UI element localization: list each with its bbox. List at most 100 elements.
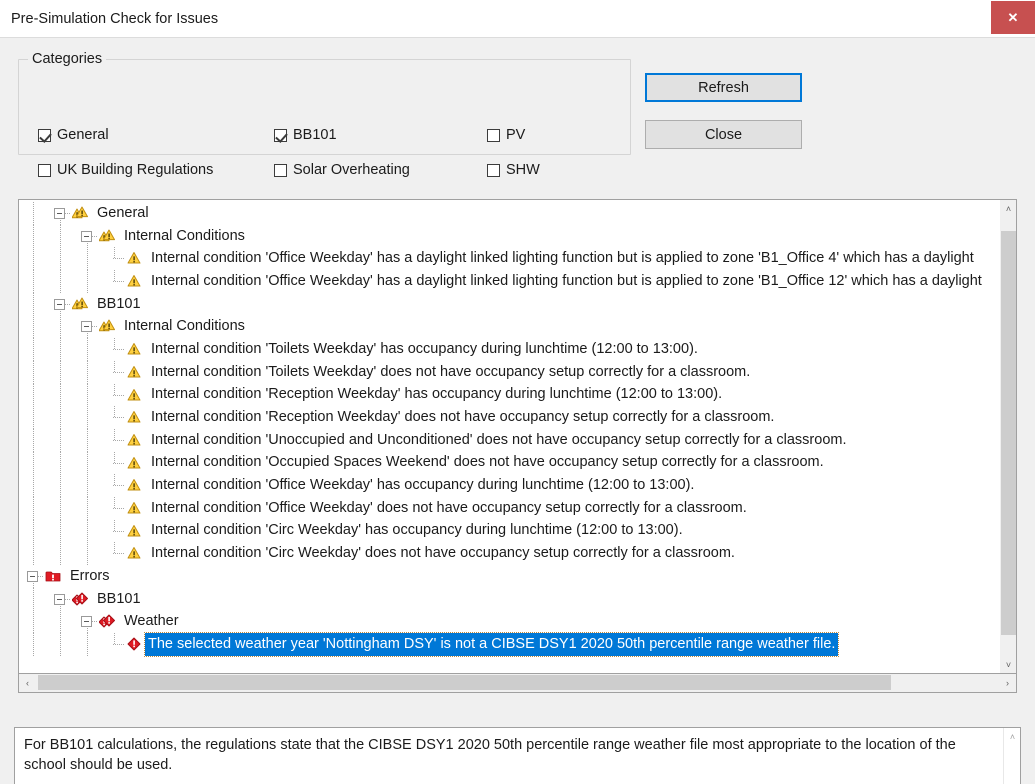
checkbox-bb101[interactable]: BB101	[274, 127, 337, 143]
checkbox-uk-building-regulations-label: UK Building Regulations	[57, 162, 214, 178]
tree-node-label: General	[97, 204, 149, 221]
tree-node-label: Internal condition 'Circ Weekday' has oc…	[151, 522, 683, 539]
checkbox-uk-building-regulations-box[interactable]	[38, 163, 51, 177]
tree-horizontal-scroll-thumb[interactable]	[38, 675, 891, 690]
tree-node[interactable]: Internal condition 'Toilets Weekday' has…	[19, 338, 999, 361]
checkbox-shw[interactable]: SHW	[487, 162, 540, 178]
tree-node-label: BB101	[97, 295, 141, 312]
warning-icon	[126, 545, 142, 561]
tree-node[interactable]: Errors	[19, 565, 999, 588]
issues-tree-panel[interactable]: General Internal Conditions Internal condi…	[18, 199, 1017, 674]
tree-node[interactable]: Internal condition 'Office Weekday' has …	[19, 247, 999, 271]
checkbox-bb101-box[interactable]	[274, 128, 287, 142]
checkbox-shw-label: SHW	[506, 162, 540, 178]
warning-icon	[126, 273, 142, 289]
checkbox-bb101-label: BB101	[293, 127, 337, 143]
warning-icon	[126, 500, 142, 516]
tree-node-label: The selected weather year 'Nottingham DS…	[143, 631, 840, 657]
checkbox-general-label: General	[57, 127, 109, 143]
checkbox-solar-overheating-box[interactable]	[274, 163, 287, 177]
checkbox-pv-label: PV	[506, 127, 526, 143]
tree-node-label: Internal condition 'Reception Weekday' h…	[151, 386, 723, 403]
tree-node-label: Internal condition 'Occupied Spaces Week…	[151, 454, 824, 471]
tree-node-label: Internal condition 'Office Weekday' has …	[151, 272, 982, 289]
tree-node[interactable]: Internal condition 'Circ Weekday' does n…	[19, 542, 999, 565]
checkbox-general-box[interactable]	[38, 128, 51, 142]
tree-horizontal-scrollbar-wrap: ‹ ›	[18, 674, 1017, 693]
warning-icon	[126, 523, 142, 539]
tree-node[interactable]: Internal condition 'Circ Weekday' has oc…	[19, 519, 999, 543]
tree-node-label: Internal condition 'Circ Weekday' does n…	[151, 545, 735, 562]
tree-node-label: Internal condition 'Office Weekday' does…	[151, 499, 747, 516]
warning-double-icon	[99, 228, 115, 244]
tree-node-label: Internal condition 'Toilets Weekday' doe…	[151, 363, 751, 380]
scroll-down-icon[interactable]: ˅	[1000, 656, 1016, 673]
dialog-client-area: Categories General BB101 PV UK Building …	[0, 38, 1035, 784]
refresh-button[interactable]: Refresh	[645, 73, 802, 102]
tree-node[interactable]: Internal condition 'Reception Weekday' d…	[19, 406, 999, 429]
tree-node[interactable]: General	[19, 202, 999, 225]
checkbox-uk-building-regulations[interactable]: UK Building Regulations	[38, 162, 213, 178]
checkbox-solar-overheating-label: Solar Overheating	[293, 162, 410, 178]
error-folder-icon	[45, 568, 61, 584]
close-window-button[interactable]: ✕	[991, 1, 1035, 34]
tree-node[interactable]: BB101	[19, 292, 999, 316]
tree-node-label: Internal condition 'Reception Weekday' d…	[151, 409, 775, 426]
checkbox-solar-overheating[interactable]: Solar Overheating	[274, 162, 410, 178]
checkbox-general[interactable]: General	[38, 127, 109, 143]
close-button[interactable]: Close	[645, 120, 802, 149]
error-double-icon	[99, 613, 115, 629]
tree-node-label: Internal condition 'Office Weekday' has …	[151, 250, 974, 267]
warning-icon	[126, 477, 142, 493]
close-icon: ✕	[1007, 10, 1019, 25]
tree-vertical-scroll-thumb[interactable]	[1001, 231, 1016, 635]
tree-node[interactable]: Internal condition 'Unoccupied and Uncon…	[19, 428, 999, 452]
tree-node-label: Internal condition 'Unoccupied and Uncon…	[151, 431, 847, 448]
checkbox-shw-box[interactable]	[487, 163, 500, 177]
warning-double-icon	[72, 205, 88, 221]
tree-node[interactable]: Internal condition 'Occupied Spaces Week…	[19, 451, 999, 475]
warning-icon	[126, 455, 142, 471]
tree-node[interactable]: Internal condition 'Office Weekday' does…	[19, 496, 999, 520]
description-text: For BB101 calculations, the regulations …	[24, 737, 956, 773]
checkbox-pv-box[interactable]	[487, 128, 500, 142]
description-scroll-up-icon[interactable]: ˄	[1004, 728, 1020, 745]
tree-node-label: Weather	[124, 613, 179, 630]
tree-node[interactable]: The selected weather year 'Nottingham DS…	[19, 631, 999, 657]
description-panel[interactable]: For BB101 calculations, the regulations …	[14, 727, 1021, 784]
tree-node[interactable]: Internal condition 'Office Weekday' has …	[19, 270, 999, 293]
checkbox-pv[interactable]: PV	[487, 127, 525, 143]
scroll-up-icon[interactable]: ˄	[1000, 200, 1016, 217]
categories-legend: Categories	[28, 51, 107, 67]
warning-icon	[126, 432, 142, 448]
error-icon	[126, 636, 142, 652]
refresh-button-label: Refresh	[698, 79, 749, 96]
warning-icon	[126, 409, 142, 425]
tree-node[interactable]: Internal Conditions	[19, 315, 999, 339]
description-vertical-scrollbar[interactable]: ˄ ˅	[1003, 728, 1020, 784]
issues-tree-viewport: General Internal Conditions Internal condi…	[19, 200, 999, 673]
warning-double-icon	[99, 318, 115, 334]
warning-icon	[126, 387, 142, 403]
close-button-label: Close	[704, 126, 743, 143]
tree-node[interactable]: BB101	[19, 587, 999, 611]
tree-node[interactable]: Weather	[19, 610, 999, 634]
tree-node-label: Internal Conditions	[124, 318, 245, 335]
warning-icon	[126, 250, 142, 266]
tree-node[interactable]: Internal condition 'Reception Weekday' h…	[19, 383, 999, 407]
tree-node-label: Errors	[70, 567, 110, 584]
issues-tree: General Internal Conditions Internal condi…	[19, 202, 999, 657]
warning-double-icon	[72, 296, 88, 312]
tree-horizontal-scrollbar[interactable]: ‹ ›	[19, 674, 1016, 692]
tree-node[interactable]: Internal condition 'Toilets Weekday' doe…	[19, 360, 999, 384]
window-title: Pre-Simulation Check for Issues	[11, 11, 219, 27]
warning-icon	[126, 364, 142, 380]
scroll-right-icon[interactable]: ›	[999, 674, 1016, 691]
tree-vertical-scrollbar[interactable]: ˄ ˅	[999, 200, 1016, 673]
error-double-icon	[72, 591, 88, 607]
tree-node-label: BB101	[97, 590, 141, 607]
tree-node-label: Internal Conditions	[124, 227, 245, 244]
scroll-left-icon[interactable]: ‹	[19, 674, 36, 691]
tree-node[interactable]: Internal Conditions	[19, 224, 999, 248]
tree-node[interactable]: Internal condition 'Office Weekday' has …	[19, 474, 999, 497]
